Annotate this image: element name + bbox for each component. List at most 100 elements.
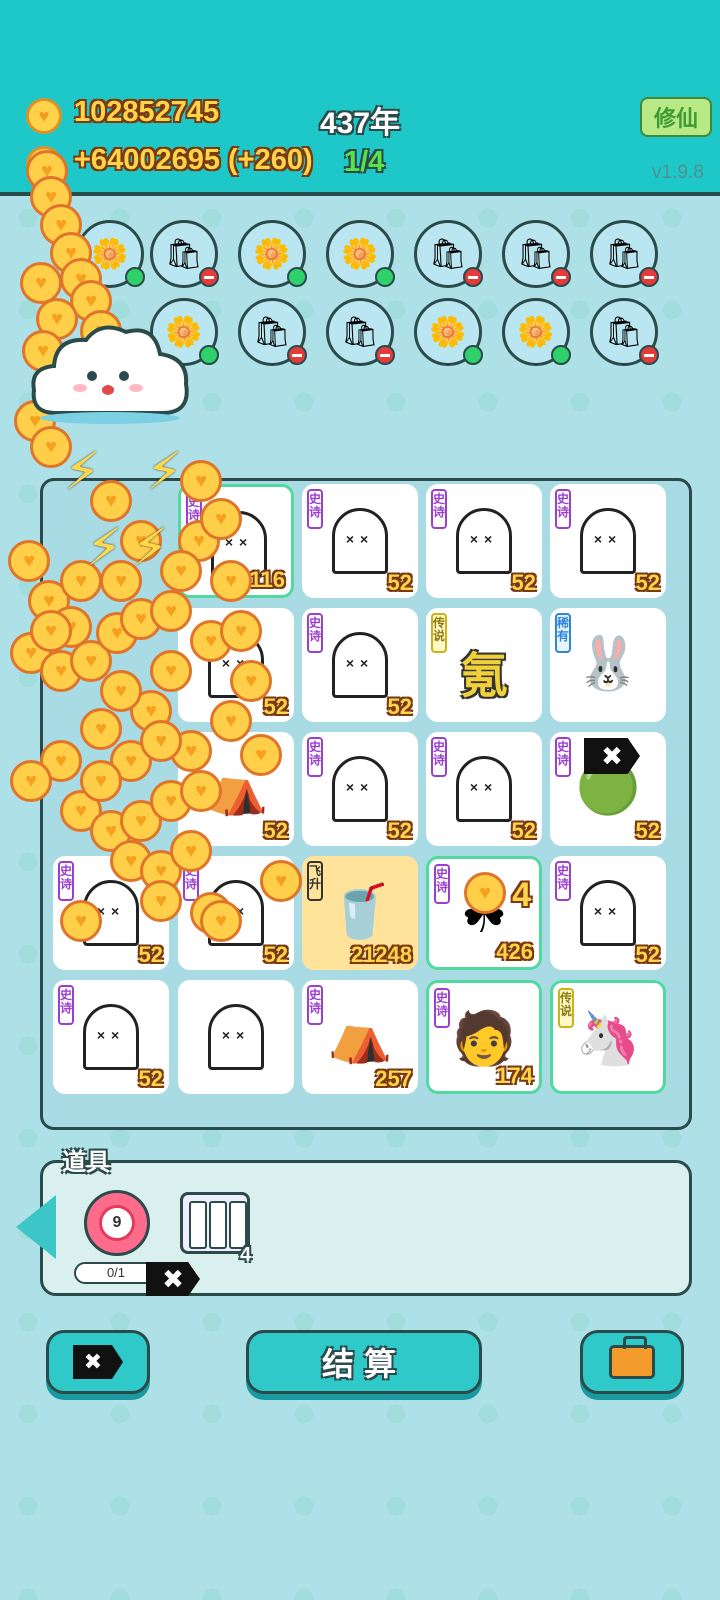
rarity-tag: 史诗 [307,737,323,777]
board-cell[interactable]: 史诗××52 [302,732,418,846]
lightning-icon: ⚡ [64,443,101,501]
tools-label: 道具 [62,1149,110,1176]
ghost-icon: ×× [208,1004,264,1070]
board-cell[interactable]: 传说氪 [426,608,542,722]
bag-pot-icon[interactable]: 🛍 [238,298,307,366]
board-cell[interactable]: 稀有 🐰 [550,608,666,722]
cell-value: 116 [249,567,286,592]
year-counter: 437年 [320,107,401,140]
cell-value: 52 [387,694,412,719]
coin-total: 102852745 [74,96,220,128]
target-count: 9 [99,1205,135,1241]
status-dot-green [287,267,307,287]
flower-pot-icon[interactable]: 🌼 [414,298,483,366]
cell-value: 52 [635,570,660,595]
cell-value: 52 [138,942,163,967]
lightning-icon: ⚡ [86,519,123,577]
cancel-button[interactable]: ✖ [46,1330,150,1394]
board-cell[interactable]: 史诗××52 [426,732,542,846]
cell-value: 52 [387,818,412,843]
rabbit-icon: 🐰 [575,635,641,693]
face-icon: 🧑 [451,1010,517,1068]
bag-button[interactable] [580,1330,684,1394]
settle-button[interactable]: 结算 [246,1330,482,1394]
flying-coin-icon: ♥ [210,700,252,742]
remove-dot-icon [375,345,395,365]
ghost-icon: ×× [332,632,388,698]
flying-coin-icon: ♥ [150,650,192,692]
board-cell[interactable]: 史诗××52 [302,484,418,598]
bag-pot-icon[interactable]: 🛍 [414,220,483,288]
board-cell[interactable]: 史诗××52 [302,608,418,722]
target-progress: 0/1 [74,1262,158,1284]
bag-pot-icon[interactable]: 🛍 [326,298,395,366]
flying-coin-icon: ♥ [60,900,102,942]
version-label: v1.9.8 [652,162,704,183]
flower-pot-icon[interactable]: 🌼 [238,220,307,288]
flying-coin-icon: ♥ [240,734,282,776]
bag-pot-icon[interactable]: 🛍 [502,220,571,288]
bag-pot-icon[interactable]: 🛍 [150,220,219,288]
board-cell[interactable]: 史诗××52 [53,980,169,1094]
flying-coin-icon: ♥ [260,860,302,902]
cultivate-button[interactable]: 修仙 [640,97,712,137]
flying-coin-icon: ♥ [80,760,122,802]
status-dot-green [463,345,483,365]
cell-value: 52 [635,818,660,843]
status-dot-green [125,267,145,287]
cell-value: 52 [511,818,536,843]
board-cell[interactable]: 传说 🦄 [550,980,666,1094]
rarity-tag: 史诗 [58,985,74,1025]
remove-dot-icon [463,267,483,287]
target-tool-button[interactable]: 9 [84,1190,150,1256]
remove-dot-icon [199,267,219,287]
flying-coin-icon: ♥ [150,590,192,632]
cloud-mascot-icon [31,325,189,424]
flying-coin-icon: ♥ [170,830,212,872]
rarity-tag: 史诗 [307,613,323,653]
board-cell[interactable]: 飞升 🥤 21248 [302,856,418,970]
flying-coin-icon: ♥ [210,560,252,602]
board-cell[interactable]: 史诗 🧑 174 [426,980,542,1094]
scroll-left-arrow-icon[interactable] [16,1195,56,1259]
x-icon: ✖ [73,1345,123,1379]
flying-coin-icon: ♥ [230,660,272,702]
ghost-icon: ×× [332,756,388,822]
lightning-icon: ⚡ [146,443,183,501]
rarity-tag: 史诗 [431,489,447,529]
flying-coin-icon: ♥ [10,760,52,802]
income-rate: +64002695 (+260) [74,144,313,176]
flying-coin-icon: ♥ [140,880,182,922]
flying-coin-icon: ♥ [220,610,262,652]
remove-dot-icon [551,267,571,287]
tent-icon: ⛺ [327,1007,393,1065]
flower-pot-icon[interactable]: 🌼 [502,298,571,366]
rarity-tag: 史诗 [307,489,323,529]
board-cell[interactable]: 史诗××52 [550,856,666,970]
flying-coin-icon: ♥ [8,540,50,582]
flying-coin-icon: ♥ [80,708,122,750]
cell-value: 52 [138,1066,163,1091]
remove-dot-icon [287,345,307,365]
bag-pot-icon[interactable]: 🛍 [590,298,659,366]
board-cell[interactable]: 史诗 ⛺ 257 [302,980,418,1094]
status-dot-green [551,345,571,365]
cell-value: 257 [375,1066,412,1091]
ghost-icon: ×× [580,880,636,946]
cell-value: 52 [387,570,412,595]
status-dot-green [375,267,395,287]
cell-value: 52 [635,942,660,967]
flying-coin-icon: ♥ [464,872,506,914]
bag-pot-icon[interactable]: 🛍 [590,220,659,288]
ghost-icon: ×× [456,756,512,822]
cup-icon: 🥤 [327,883,393,941]
cell-value: 174 [496,1063,533,1088]
cell-value: 52 [511,570,536,595]
board-cell[interactable]: ×× [178,980,294,1094]
flower-pot-icon[interactable]: 🌼 [326,220,395,288]
cell-value: 52 [263,694,288,719]
board-cell[interactable]: 史诗××52 [550,484,666,598]
tubes-count: 4 [240,1244,252,1266]
board-cell[interactable]: 史诗××52 [426,484,542,598]
lightning-icon: ⚡ [132,519,169,577]
